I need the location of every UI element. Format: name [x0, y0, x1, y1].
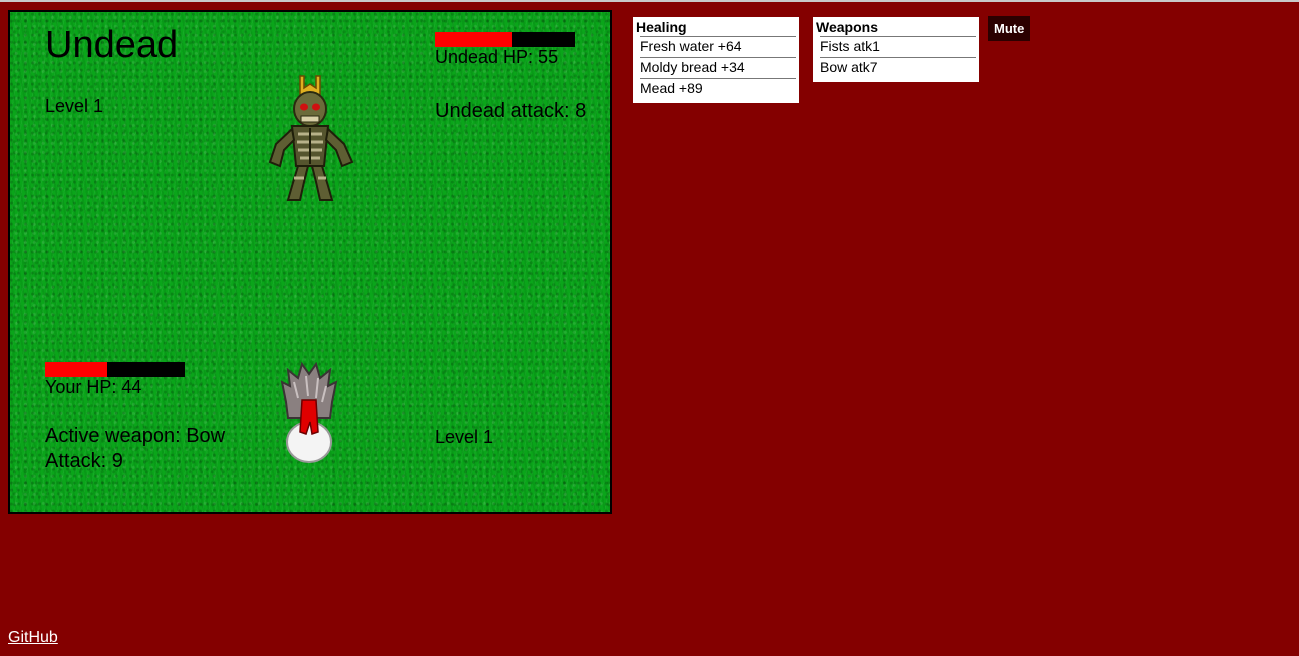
enemy-hp-bar	[435, 32, 575, 47]
undead-skeleton-sprite	[268, 75, 354, 201]
healing-item[interactable]: Mead +89	[640, 78, 796, 99]
healing-item[interactable]: Fresh water +64	[640, 36, 796, 57]
weapon-item[interactable]: Fists atk1	[820, 36, 976, 57]
active-weapon-label: Active weapon: Bow	[45, 425, 226, 447]
player-hp-fill	[45, 362, 107, 377]
enemy-hp-fill	[435, 32, 512, 47]
player-hp-label: Your HP: 44	[45, 377, 142, 397]
player-attack-label: Attack: 9	[45, 450, 123, 472]
healing-item[interactable]: Moldy bread +34	[640, 57, 796, 78]
weapons-panel: Weapons Fists atk1 Bow atk7	[813, 17, 979, 82]
healing-title: Healing	[636, 19, 687, 35]
enemy-level: Level 1	[45, 96, 104, 116]
healing-panel: Healing Fresh water +64 Moldy bread +34 …	[633, 17, 799, 103]
github-link[interactable]: GitHub	[8, 629, 58, 647]
weapon-item[interactable]: Bow atk7	[820, 57, 976, 78]
enemy-name: Undead	[45, 24, 179, 66]
enemy-attack-label: Undead attack: 8	[435, 100, 587, 122]
player-hero-sprite	[280, 362, 338, 463]
weapons-title: Weapons	[816, 19, 878, 35]
mute-button[interactable]: Mute	[988, 16, 1031, 41]
enemy-hp-label: Undead HP: 55	[435, 47, 559, 67]
battle-arena: Undead Level 1 Undead HP: 55 Undead atta…	[8, 10, 612, 514]
player-level: Level 1	[435, 427, 494, 447]
player-hp-bar	[45, 362, 185, 377]
